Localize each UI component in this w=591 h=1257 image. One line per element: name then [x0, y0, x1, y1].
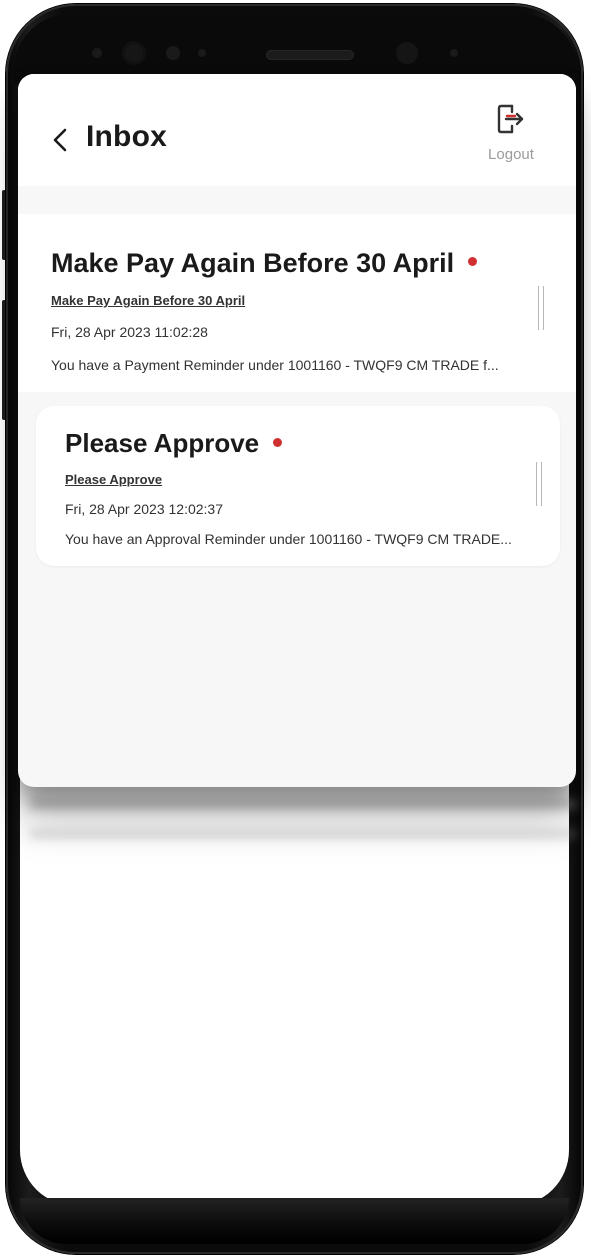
phone-bottom-bezel [20, 1198, 569, 1244]
front-sensor [166, 46, 180, 60]
message-subject-link[interactable]: Please Approve [65, 472, 162, 487]
message-title: Make Pay Again Before 30 April [51, 248, 478, 279]
inbox-screen: Inbox Logout Make Pay Again Before 30 Ap… [18, 74, 576, 787]
earpiece-speaker [266, 50, 354, 60]
message-item[interactable]: Make Pay Again Before 30 April Make Pay … [18, 214, 576, 392]
unread-indicator [273, 437, 283, 447]
message-title-text: Please Approve [65, 428, 260, 458]
front-sensor [198, 49, 206, 57]
message-list: Make Pay Again Before 30 April Make Pay … [18, 214, 576, 566]
message-date: Fri, 28 Apr 2023 12:02:37 [65, 501, 223, 517]
logout-button[interactable]: Logout [484, 102, 538, 170]
screenshot-stage: Inbox Logout Make Pay Again Before 30 Ap… [0, 0, 591, 1257]
logout-label: Logout [488, 146, 534, 163]
front-camera [122, 41, 146, 65]
unread-indicator [468, 257, 478, 267]
front-sensor [450, 49, 458, 57]
message-item[interactable]: Please Approve Please Approve Fri, 28 Ap… [36, 406, 560, 566]
app-header: Inbox Logout [18, 74, 576, 186]
card-shadow [30, 830, 576, 838]
message-title: Please Approve [65, 428, 283, 459]
chevron-left-icon[interactable] [50, 124, 74, 156]
front-camera [396, 42, 418, 64]
front-sensor [92, 48, 102, 58]
page-title: Inbox [86, 120, 167, 153]
message-preview: You have an Approval Reminder under 1001… [65, 531, 512, 547]
message-subject-link[interactable]: Make Pay Again Before 30 April [51, 293, 245, 308]
scroll-handle[interactable] [538, 286, 544, 330]
message-date: Fri, 28 Apr 2023 11:02:28 [51, 324, 208, 340]
logout-icon [484, 102, 538, 136]
message-title-text: Make Pay Again Before 30 April [51, 248, 455, 278]
card-shadow [30, 800, 576, 808]
scroll-handle[interactable] [536, 462, 542, 506]
message-preview: You have a Payment Reminder under 100116… [51, 357, 499, 373]
